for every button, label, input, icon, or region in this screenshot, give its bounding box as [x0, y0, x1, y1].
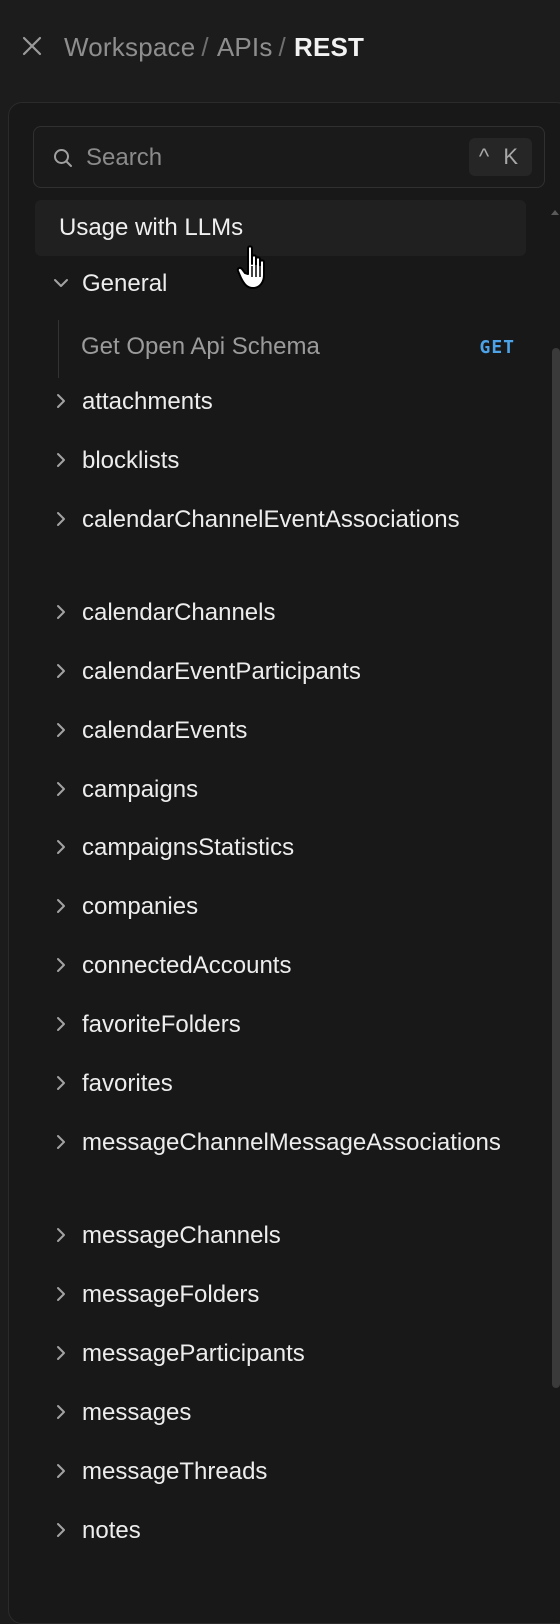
top-bar: Workspace / APIs / REST	[0, 0, 560, 96]
scrollbar-thumb[interactable]	[552, 348, 560, 1388]
nav-group-label: messageParticipants	[82, 1340, 305, 1367]
chevron-right-icon	[50, 954, 72, 976]
breadcrumb-apis[interactable]: APIs	[217, 32, 273, 62]
nav-group-label: campaignsStatistics	[82, 834, 295, 861]
keyboard-shortcut-badge: ^ K	[468, 138, 532, 176]
breadcrumb-separator: /	[201, 32, 209, 62]
breadcrumb-separator: /	[278, 32, 286, 62]
chevron-right-icon	[50, 895, 72, 917]
nav-group-label: connectedAccounts	[82, 952, 292, 979]
search-input[interactable]: Search ^ K	[33, 126, 545, 188]
search-placeholder: Search	[86, 144, 163, 171]
nav-group-label: favoriteFolders	[82, 1011, 241, 1038]
nav-group-label: companies	[82, 893, 199, 920]
nav-group-label: messages	[82, 1399, 192, 1426]
nav-group-label: blocklists	[82, 447, 180, 474]
nav-group-label: attachments	[82, 388, 213, 415]
nav-group-label: favorites	[82, 1070, 173, 1097]
chevron-right-icon	[50, 1013, 72, 1035]
chevron-right-icon	[50, 1460, 72, 1482]
usage-with-llms-link[interactable]: Usage with LLMs	[35, 200, 526, 256]
chevron-right-icon	[50, 1519, 72, 1541]
nav-group-label: calendarChannels	[82, 599, 276, 626]
chevron-right-icon	[50, 1131, 72, 1153]
nav-group-label: campaigns	[82, 776, 199, 803]
nav-group-label: calendarEventParticipants	[82, 658, 361, 685]
chevron-right-icon	[50, 1342, 72, 1364]
nav-group-label: calendarEvents	[82, 717, 248, 744]
chevron-right-icon	[50, 660, 72, 682]
usage-with-llms-label: Usage with LLMs	[59, 214, 244, 241]
chevron-right-icon	[50, 1072, 72, 1094]
nav-group-label: messageChannelMessageAssociations	[82, 1129, 501, 1156]
breadcrumb: Workspace / APIs / REST	[64, 30, 364, 64]
nav-group-label: calendarChannelEventAssociations	[82, 506, 460, 533]
method-badge-get: GET	[479, 337, 515, 358]
chevron-right-icon	[50, 1224, 72, 1246]
close-icon[interactable]	[20, 34, 44, 58]
chevron-right-icon	[50, 719, 72, 741]
chevron-right-icon	[50, 390, 72, 412]
scroll-up-arrow-icon[interactable]	[550, 204, 560, 215]
chevron-down-icon	[50, 272, 72, 294]
chevron-right-icon	[50, 778, 72, 800]
nav-group-label: General	[82, 270, 168, 297]
search-icon	[52, 147, 74, 169]
nav-group-label: messageFolders	[82, 1281, 260, 1308]
nav-group-general[interactable]: General	[44, 266, 504, 302]
chevron-right-icon	[50, 1401, 72, 1423]
breadcrumb-workspace[interactable]: Workspace	[64, 32, 195, 62]
endpoint-label: Get Open Api Schema	[81, 333, 320, 360]
breadcrumb-current: REST	[293, 32, 365, 62]
chevron-right-icon	[50, 601, 72, 623]
endpoint-get-open-api-schema[interactable]: Get Open Api Schema GET	[58, 320, 515, 378]
nav-group-label: notes	[82, 1517, 141, 1544]
chevron-right-icon	[50, 449, 72, 471]
chevron-right-icon	[50, 508, 72, 530]
nav-group-label: messageThreads	[82, 1458, 268, 1485]
chevron-right-icon	[50, 1283, 72, 1305]
nav-group-label: messageChannels	[82, 1222, 281, 1249]
chevron-right-icon	[50, 836, 72, 858]
